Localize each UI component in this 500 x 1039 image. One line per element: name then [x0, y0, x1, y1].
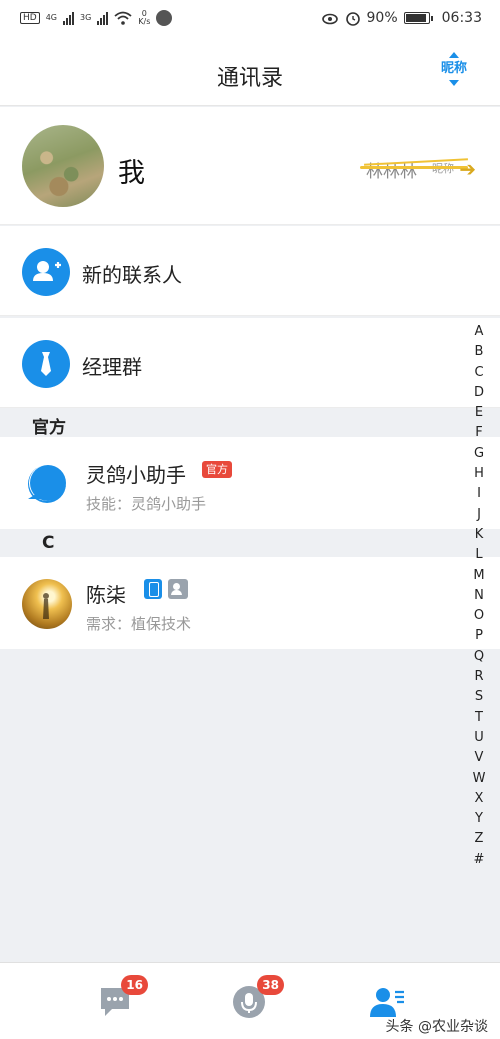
sort-by-nickname-button[interactable]: 昵称	[438, 52, 470, 92]
index-letter[interactable]: W	[472, 769, 486, 789]
manager-group-row[interactable]: 经理群	[0, 318, 500, 408]
add-contact-icon	[22, 248, 70, 296]
sort-up-icon	[449, 52, 459, 58]
index-letter[interactable]: C	[472, 363, 486, 383]
new-contacts-row[interactable]: 新的联系人	[0, 226, 500, 316]
index-letter[interactable]: L	[472, 545, 486, 565]
alarm-icon	[345, 12, 360, 26]
index-letter[interactable]: O	[472, 606, 486, 626]
index-letter[interactable]: Z	[472, 829, 486, 849]
index-letter[interactable]: D	[472, 383, 486, 403]
status-bar: HD 4G 3G 0 K/s 90% 06:33	[0, 0, 500, 38]
section-header-c: C	[0, 529, 500, 557]
arrow-right-icon: ➔	[459, 157, 476, 181]
my-nickname: 林林林 昵称 ➔	[360, 157, 476, 182]
index-letter[interactable]: I	[472, 484, 486, 504]
sort-label: 昵称	[440, 61, 467, 76]
index-letter[interactable]: Q	[472, 647, 486, 667]
watermark: 头条 @农业杂谈	[385, 1019, 488, 1035]
wifi-icon	[114, 11, 132, 25]
index-letter[interactable]: B	[472, 342, 486, 362]
index-letter[interactable]: M	[472, 566, 486, 586]
index-letter[interactable]: Y	[472, 809, 486, 829]
my-profile-row[interactable]: 我 林林林 昵称 ➔	[0, 107, 500, 225]
signal-icon-2	[97, 11, 109, 25]
app-notification-icon	[156, 10, 173, 26]
battery-icon	[403, 12, 433, 24]
tie-icon	[22, 340, 70, 388]
sort-down-icon	[449, 80, 459, 86]
page-title: 通讯录	[216, 66, 283, 91]
battery-percent: 90%	[366, 10, 398, 26]
index-letter[interactable]: G	[472, 444, 486, 464]
tab-voice[interactable]: 38	[232, 975, 284, 1021]
manager-group-label: 经理群	[82, 355, 142, 379]
contact-subtitle: 需求：植保技术	[86, 615, 192, 633]
avatar	[22, 579, 72, 629]
index-letter[interactable]: U	[472, 728, 486, 748]
index-letter[interactable]: E	[472, 403, 486, 423]
eye-comfort-icon	[321, 13, 338, 25]
contact-row[interactable]: 灵鸽小助手 官方 技能：灵鸽小助手	[0, 437, 500, 529]
section-header-official: 官方	[0, 409, 500, 438]
index-letter[interactable]: T	[472, 708, 486, 728]
hd-icon: HD	[20, 12, 40, 24]
section-title: 官方	[32, 418, 66, 438]
tab-contacts[interactable]	[368, 981, 408, 1021]
network-speed-unit: K/s	[138, 17, 151, 26]
contact-card-icon	[168, 579, 188, 599]
index-letter[interactable]: K	[472, 525, 486, 545]
index-letter[interactable]: N	[472, 586, 486, 606]
contacts-icon	[370, 988, 404, 1017]
index-letter[interactable]: R	[472, 667, 486, 687]
contact-row[interactable]: 陈柒 需求：植保技术	[0, 557, 500, 649]
index-letter[interactable]: H	[472, 464, 486, 484]
signal-4g-label: 4G	[45, 13, 57, 22]
status-right: 90% 06:33	[321, 10, 482, 26]
signal-3g-label: 3G	[80, 13, 92, 22]
new-contacts-label: 新的联系人	[82, 263, 182, 287]
contact-subtitle: 技能：灵鸽小助手	[86, 495, 207, 513]
index-letter[interactable]: S	[472, 687, 486, 707]
index-letter[interactable]: #	[472, 850, 486, 870]
tab-messages[interactable]: 16	[96, 975, 148, 1021]
alphabet-index[interactable]: A B C D E F G H I J K L M N O P Q R S T U V W X Y Z #	[472, 322, 486, 870]
contact-name: 陈柒	[86, 583, 126, 607]
phone-icon	[144, 579, 162, 599]
index-letter[interactable]: X	[472, 789, 486, 809]
section-title: C	[42, 533, 55, 553]
avatar	[22, 125, 104, 207]
my-name: 我	[118, 158, 145, 189]
index-letter[interactable]: F	[472, 423, 486, 443]
voice-badge: 38	[257, 975, 284, 995]
index-letter[interactable]: V	[472, 748, 486, 768]
nav-bar: 通讯录 昵称	[0, 38, 500, 106]
index-letter[interactable]: J	[472, 505, 486, 525]
assistant-avatar	[22, 459, 72, 509]
index-letter[interactable]: P	[472, 626, 486, 646]
official-badge: 官方	[202, 461, 232, 478]
status-left: HD 4G 3G 0 K/s	[20, 10, 173, 26]
signal-icon	[63, 11, 74, 25]
clock: 06:33	[441, 10, 482, 26]
redaction-scribble	[360, 166, 468, 169]
index-letter[interactable]: A	[472, 322, 486, 342]
messages-badge: 16	[121, 975, 148, 995]
contact-name: 灵鸽小助手	[86, 463, 186, 487]
